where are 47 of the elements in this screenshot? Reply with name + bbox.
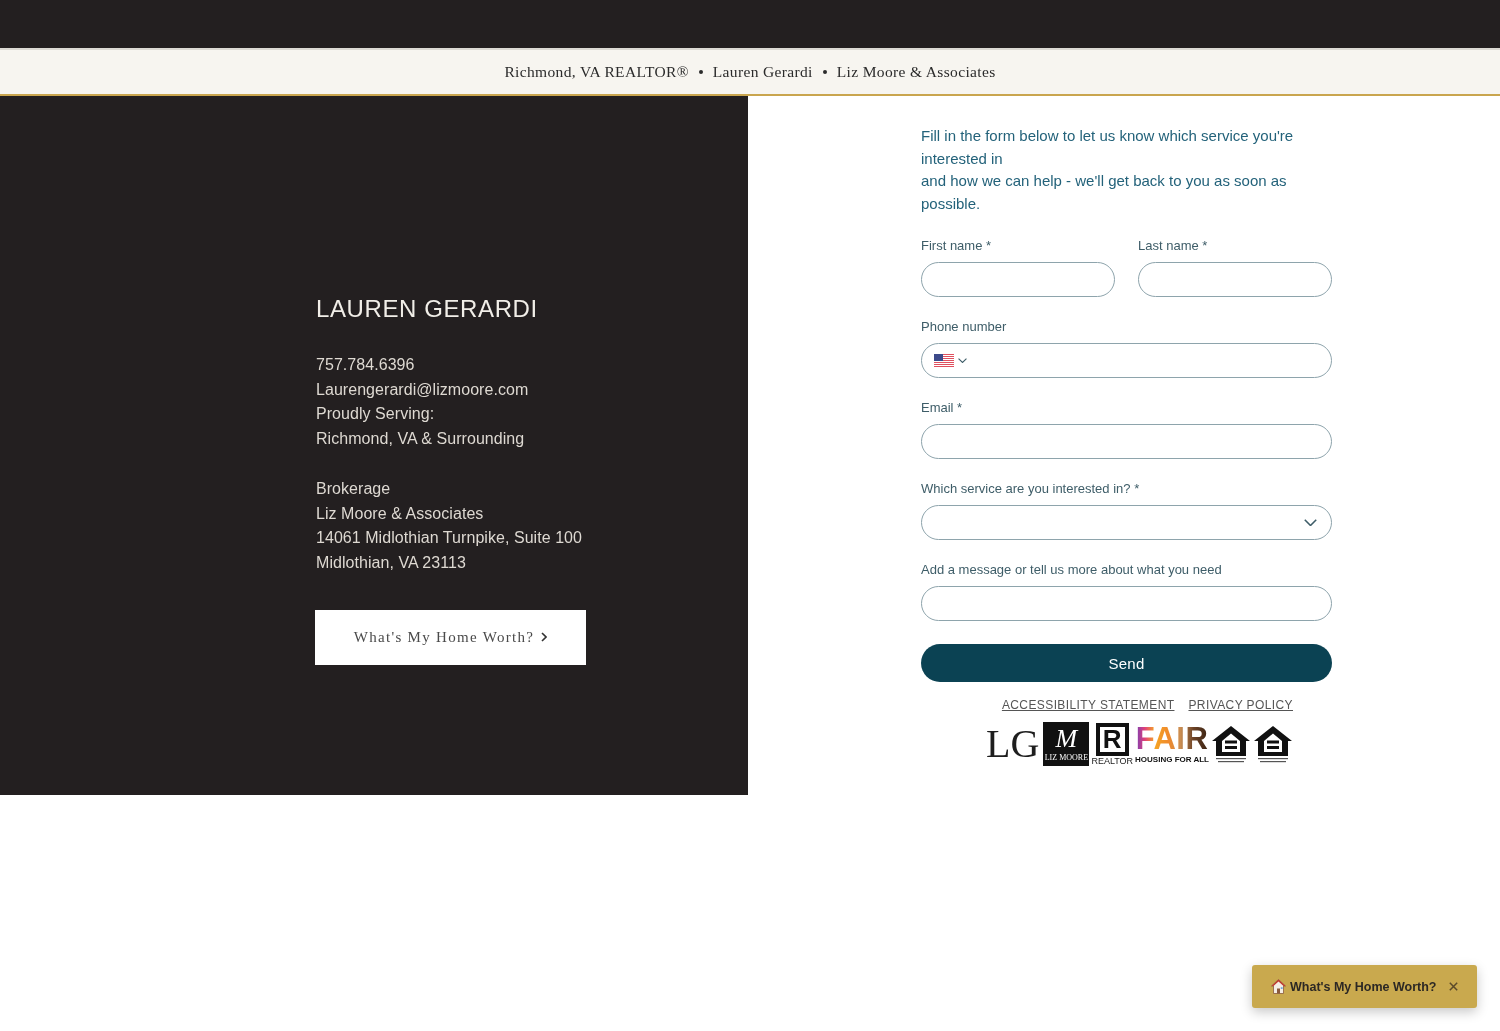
field-label: Which service are you interested in? * — [921, 481, 1140, 497]
contact-text: Richmond, VA & Surrounding — [316, 429, 525, 450]
service-select[interactable] — [921, 505, 1332, 540]
brokerage-text: Liz Moore & Associates — [316, 503, 484, 524]
home-worth-button[interactable]: What's My Home Worth? — [315, 609, 586, 665]
separator-dot-icon — [822, 70, 827, 74]
chevron-right-icon — [541, 632, 548, 643]
field-label: Add a message or tell us more about what you need — [921, 562, 1222, 578]
input-field[interactable] — [921, 262, 1115, 297]
brokerage-text: Midlothian, VA 23113 — [316, 552, 466, 573]
brokerage-text: 14061 Midlothian Turnpike, Suite 100 — [316, 528, 582, 549]
separator-dot-icon — [698, 70, 703, 74]
footer-link[interactable]: PRIVACY POLICY — [1188, 698, 1293, 712]
field-label: Last name * — [1138, 238, 1208, 254]
monogram-logo: LG — [986, 722, 1040, 766]
close-button[interactable] — [1447, 980, 1459, 993]
brokerage-text: Brokerage — [316, 478, 391, 499]
agent-name: LAUREN GERARDI — [316, 294, 539, 324]
contact-text: Proudly Serving: — [316, 404, 435, 425]
header-text: Liz Moore & Associates — [836, 63, 996, 81]
footer-link[interactable]: ACCESSIBILITY STATEMENT — [1001, 698, 1175, 712]
header-text: Richmond, VA REALTOR® — [504, 63, 689, 81]
field-label: Phone number — [921, 319, 1007, 335]
input-field[interactable] — [921, 586, 1332, 621]
logo-caption: HOUSING FOR ALL — [1135, 755, 1209, 765]
field-label: Email * — [921, 400, 963, 416]
contact-text: Laurengerardi@lizmoore.com — [316, 379, 529, 400]
input-field[interactable] — [1138, 262, 1332, 297]
realtor-logo-mark: R — [1095, 722, 1129, 756]
flag-icon — [934, 354, 954, 367]
logo-caption: REALTOR — [1091, 755, 1134, 766]
close-icon — [1448, 982, 1458, 991]
home-worth-link[interactable]: What's My Home Worth? — [1271, 979, 1437, 994]
house-icon — [1271, 979, 1286, 994]
equal-housing-icon — [1211, 724, 1251, 764]
header-text: Lauren Gerardi — [712, 63, 813, 81]
phone-input-field[interactable] — [921, 343, 1332, 378]
chevron-down-icon — [1304, 518, 1317, 527]
logo-mark-text: M — [1055, 725, 1078, 753]
send-button[interactable]: Send — [921, 644, 1332, 682]
contact-text: 757.784.6396 — [316, 355, 415, 375]
field-label: First name * — [921, 238, 992, 254]
chevron-down-icon — [958, 357, 967, 364]
form-intro-text: Fill in the form below to let us know which service you're interested in and how we can help - we'll get back to you as soon as possible. — [921, 126, 1295, 214]
equal-housing-icon — [1253, 724, 1293, 764]
input-field[interactable] — [921, 424, 1332, 459]
logo-name-text: LIZ MOORE — [1044, 753, 1089, 762]
